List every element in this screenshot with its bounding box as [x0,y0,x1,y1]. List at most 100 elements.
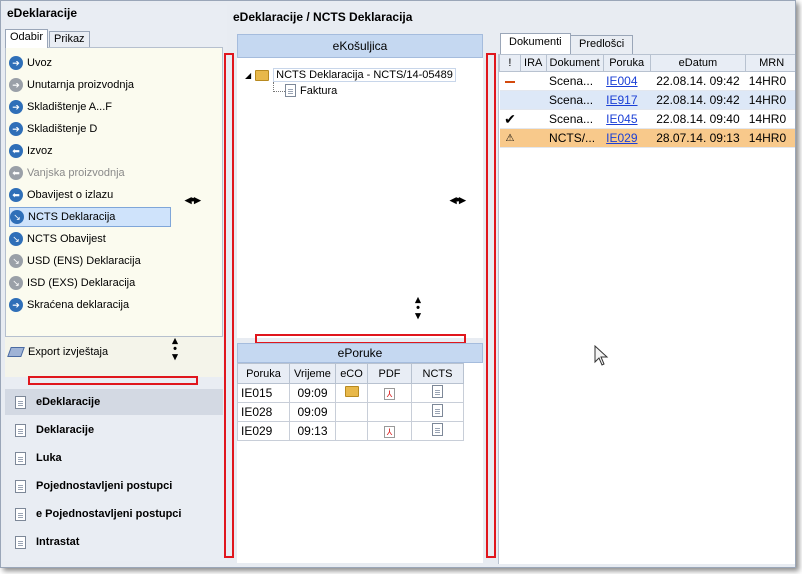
cell-mrn: 14HR0 [745,128,795,148]
cell-ncts[interactable] [411,421,464,441]
table-row[interactable]: IE028 09:09 [237,402,464,422]
document-icon [15,423,26,437]
cell-poruka[interactable]: IE045 [603,109,651,129]
cell-pdf [367,402,412,422]
collapse-icon[interactable]: ◢ [245,71,251,80]
documents-table: ! IRA Dokument Poruka eDatum MRN Scena..… [499,54,795,148]
message-link[interactable]: IE917 [606,93,637,107]
menu-item-ncts-obavijest[interactable]: ↘ NCTS Obavijest [9,229,169,249]
message-link[interactable]: IE029 [606,131,637,145]
arrow-right-icon: ➔ [9,100,23,114]
table-row[interactable]: IE029 09:13 ⅄ [237,421,464,441]
cell-vrijeme: 09:09 [289,383,336,403]
document-icon[interactable] [432,423,443,436]
tab-predlosci[interactable]: Predlošci [570,35,634,55]
arrow-down-right-icon: ↘ [10,210,24,224]
cell-poruka[interactable]: IE029 [603,128,651,148]
warning-icon: ⚠ [505,132,515,144]
document-icon [15,479,26,493]
menu-item-uvoz[interactable]: ➔ Uvoz [9,53,169,73]
col-ncts[interactable]: NCTS [411,363,464,384]
tab-dokumenti[interactable]: Dokumenti [500,33,571,55]
cell-ncts[interactable] [411,383,464,403]
page-title: eDeklaracije / NCTS Deklaracija [233,10,413,24]
col-pdf[interactable]: PDF [367,363,412,384]
document-icon [15,535,26,549]
arrow-right-icon: ➔ [9,122,23,136]
col-poruka[interactable]: Poruka [237,363,290,384]
cell-ira [520,90,547,110]
message-link[interactable]: IE004 [606,74,637,88]
menu-item-obavijest-o-izlazu[interactable]: ⬅ Obavijest o izlazu [9,185,169,205]
vertical-splitter-left[interactable] [224,53,234,558]
arrow-left-icon: ⬅ [9,144,23,158]
cell-ira [520,109,547,129]
table-row-selected[interactable]: ⚠ NCTS/... IE029 28.07.14. 09:13 14HR0 [499,128,795,148]
eporuke-header: ePoruke [237,343,483,363]
menu-item-unutarnja-proizvodnja[interactable]: ➔ Unutarnja proizvodnja [9,75,169,95]
menu-item-izvoz[interactable]: ⬅ Izvoz [9,141,169,161]
col-dokument[interactable]: Dokument [545,54,604,72]
export-icon [7,347,25,357]
cell-ncts[interactable] [411,402,464,422]
export-reports-button[interactable]: Export izvještaja [7,346,108,358]
menu-item-vanjska-proizvodnja[interactable]: ⬅ Vanjska proizvodnja [9,163,169,183]
nav-item-e-pojednostavljeni-postupci[interactable]: e Pojednostavljeni postupci [5,501,223,527]
col-mrn[interactable]: MRN [745,54,795,72]
menu-item-ncts-deklaracija[interactable]: ↘ NCTS Deklaracija [9,207,171,227]
tree-node-faktura[interactable]: Faktura [285,84,337,97]
tree-node-root[interactable]: ◢ NCTS Deklaracija - NCTS/14-05489 [245,68,456,82]
horizontal-resize-icon[interactable]: ◂•▸ [185,192,201,208]
col-eco[interactable]: eCO [335,363,368,384]
col-vrijeme[interactable]: Vrijeme [289,363,336,384]
horizontal-resize-icon[interactable]: ◂•▸ [450,192,466,208]
cell-poruka[interactable]: IE917 [603,90,651,110]
table-row[interactable]: Scena... IE917 22.08.14. 09:42 14HR0 [499,90,795,110]
tab-odabir[interactable]: Odabir [5,29,49,48]
message-link[interactable]: IE045 [606,112,637,126]
col-ira[interactable]: IRA [519,54,547,72]
vertical-splitter-right[interactable] [486,53,496,558]
cell-ira [520,71,547,91]
document-icon[interactable] [432,385,443,398]
tab-prikaz[interactable]: Prikaz [49,31,90,48]
document-icon[interactable] [432,404,443,417]
menu-item-skladistenje-d[interactable]: ➔ Skladištenje D [9,119,169,139]
cell-eco [335,402,368,422]
menu-item-skladistenje-af[interactable]: ➔ Skladištenje A...F [9,97,169,117]
nav-item-luka[interactable]: Luka [5,445,223,471]
cell-dokument: Scena... [546,109,604,129]
vertical-resize-icon[interactable]: ▴ • ▾ [411,295,425,322]
nav-item-deklaracije[interactable]: Deklaracije [5,417,223,443]
nav-item-pojednostavljeni-postupci[interactable]: Pojednostavljeni postupci [5,473,223,499]
cell-edatum: 22.08.14. 09:40 [650,109,746,129]
pdf-icon[interactable]: ⅄ [384,426,395,438]
table-row[interactable]: Scena... IE004 22.08.14. 09:42 14HR0 [499,71,795,91]
arrow-left-icon: ⬅ [9,188,23,202]
highlight-horizontal-splitter-left [28,376,198,385]
cell-eco[interactable] [335,383,368,403]
pdf-icon[interactable]: ⅄ [384,388,395,400]
arrow-down-right-icon: ↘ [9,232,23,246]
col-status[interactable]: ! [499,54,521,72]
menu-item-isd-exs[interactable]: ↘ ISD (EXS) Deklaracija [9,273,169,293]
eporuke-table: Poruka Vrijeme eCO PDF NCTS IE015 09:09 … [237,363,464,441]
cell-pdf[interactable]: ⅄ [367,383,412,403]
menu-item-usd-ens[interactable]: ↘ USD (ENS) Deklaracija [9,251,169,271]
col-edatum[interactable]: eDatum [649,54,747,72]
cell-poruka[interactable]: IE004 [603,71,651,91]
cell-eco [335,421,368,441]
table-row[interactable]: ✔ Scena... IE045 22.08.14. 09:40 14HR0 [499,109,795,129]
folder-icon[interactable] [344,386,359,397]
col-poruka[interactable]: Poruka [602,54,651,72]
menu-item-skracena-deklaracija[interactable]: ➔ Skraćena deklaracija [9,295,169,315]
cell-mrn: 14HR0 [745,90,795,110]
cell-status [499,90,521,110]
vertical-resize-icon[interactable]: ▴ • ▾ [168,336,182,363]
document-icon [15,507,26,521]
nav-item-edeklaracije[interactable]: eDeklaracije [5,389,223,415]
cell-pdf[interactable]: ⅄ [367,421,412,441]
table-row[interactable]: IE015 09:09 ⅄ [237,383,464,403]
nav-item-intrastat[interactable]: Intrastat [5,529,223,555]
arrow-right-icon: ➔ [9,56,23,70]
